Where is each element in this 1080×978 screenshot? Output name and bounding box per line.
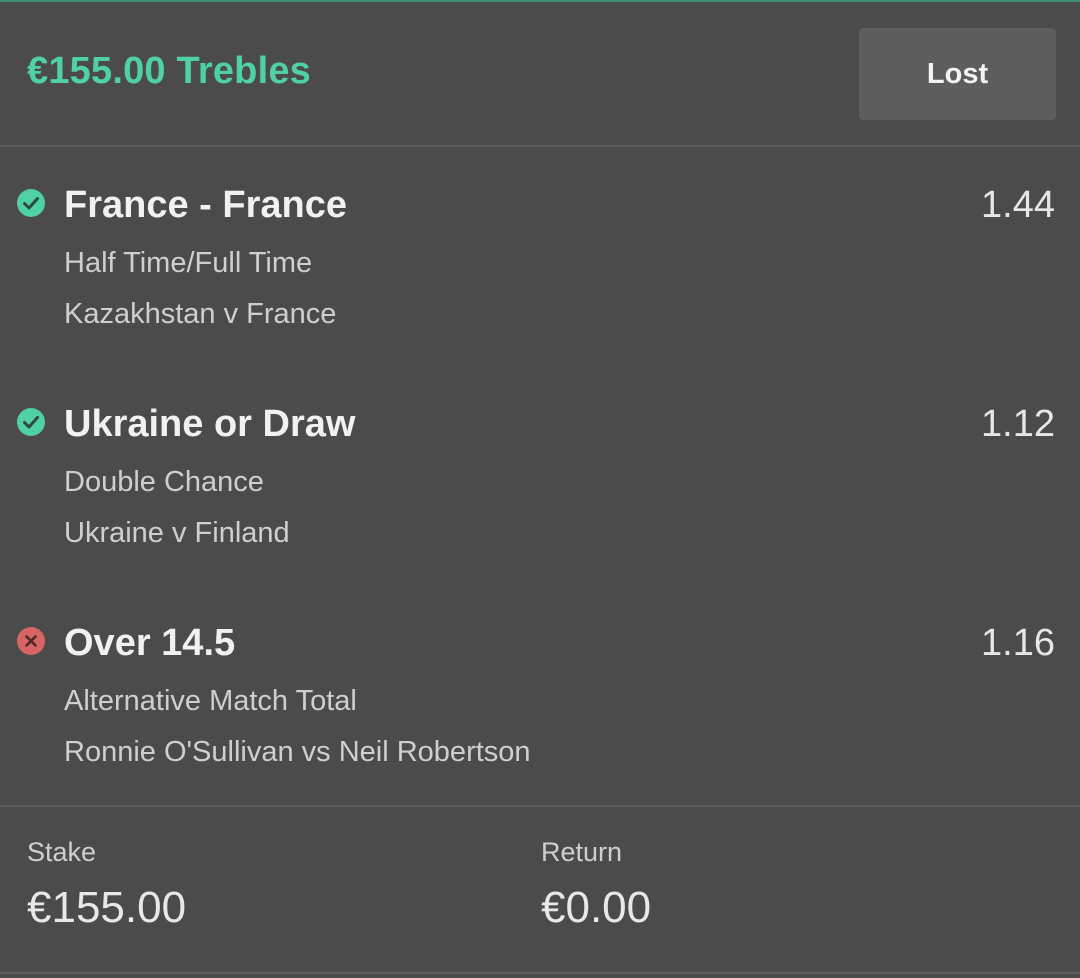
selection-event: Ukraine v Finland [64,517,290,549]
bet-status-button[interactable]: Lost [859,28,1056,120]
summary-divider [0,805,1080,807]
selection-item: Ukraine or Draw 1.12 Double Chance Ukrai… [0,391,1080,581]
cross-circle-icon [16,626,46,656]
selection-odds: 1.12 [981,403,1055,445]
selection-event: Kazakhstan v France [64,298,337,330]
bet-header: €155.00 Trebles Lost [0,2,1080,145]
selection-item: France - France 1.44 Half Time/Full Time… [0,172,1080,362]
stake-label: Stake [27,837,97,867]
check-circle-icon [16,188,46,218]
selection-market: Alternative Match Total [64,685,357,717]
selection-odds: 1.44 [981,184,1055,226]
check-circle-icon [16,407,46,437]
stake-value: €155.00 [27,883,187,932]
selection-name: France - France [64,184,347,226]
bet-title: €155.00 Trebles [27,50,311,92]
selection-odds: 1.16 [981,622,1055,664]
return-value: €0.00 [541,883,652,932]
return-label: Return [541,837,623,867]
selection-market: Double Chance [64,466,264,498]
header-divider [0,145,1080,147]
selection-name: Over 14.5 [64,622,236,664]
selection-name: Ukraine or Draw [64,403,356,445]
selection-market: Half Time/Full Time [64,247,313,279]
selection-item: Over 14.5 1.16 Alternative Match Total R… [0,610,1080,800]
selection-event: Ronnie O'Sullivan vs Neil Robertson [64,736,531,768]
bottom-divider [0,972,1080,974]
